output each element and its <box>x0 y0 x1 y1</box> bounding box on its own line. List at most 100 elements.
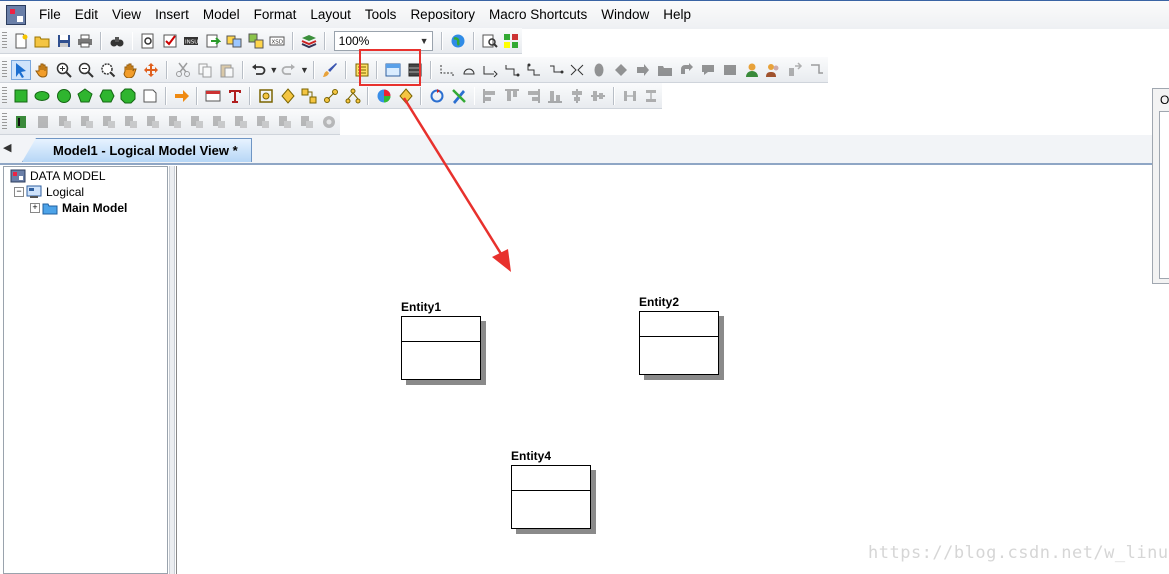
line-button[interactable] <box>172 86 192 106</box>
redo-button[interactable] <box>279 60 299 80</box>
repository-button[interactable] <box>165 112 185 132</box>
repository-button[interactable] <box>209 112 229 132</box>
paste-button[interactable] <box>217 60 237 80</box>
new-model-button[interactable] <box>11 31 31 51</box>
zoom-fit-button[interactable] <box>98 60 118 80</box>
menu-insert[interactable]: Insert <box>148 1 196 29</box>
hand-pan-button[interactable] <box>120 60 140 80</box>
menu-view[interactable]: View <box>105 1 148 29</box>
circle-button[interactable] <box>54 86 74 106</box>
zoom-in-button[interactable] <box>55 60 75 80</box>
tab-logical-model-view[interactable]: Model1 - Logical Model View * <box>22 138 252 162</box>
relationship-nonspecific-button[interactable] <box>568 60 588 80</box>
repository-button[interactable] <box>231 112 251 132</box>
connector-button[interactable] <box>807 60 827 80</box>
note-button[interactable] <box>140 86 160 106</box>
layout-orthogonal-button[interactable] <box>300 86 320 106</box>
collapse-icon[interactable]: − <box>14 187 24 197</box>
toolbar-grip[interactable] <box>2 112 7 131</box>
tree-item-logical[interactable]: − Logical <box>14 185 84 199</box>
layout-symmetric-button[interactable] <box>321 86 341 106</box>
model-explorer-tree[interactable]: DATA MODEL − Logical + Main Model <box>3 166 168 574</box>
text-block-button[interactable] <box>352 60 372 80</box>
relationship-one-to-many-button[interactable] <box>481 60 501 80</box>
view-tool-button[interactable] <box>405 60 425 80</box>
menu-edit[interactable]: Edit <box>68 1 105 29</box>
menu-model[interactable]: Model <box>196 1 247 29</box>
entity-tool-button[interactable] <box>383 60 403 80</box>
align-bottom-button[interactable] <box>545 86 565 106</box>
print-button[interactable] <box>75 31 95 51</box>
transform-button[interactable] <box>785 60 805 80</box>
menu-help[interactable]: Help <box>656 1 698 29</box>
model-explorer-button[interactable] <box>107 31 127 51</box>
tab-scroll-left-icon[interactable]: ◀ <box>3 141 11 154</box>
layers-button[interactable] <box>299 31 319 51</box>
relationship-optional-button[interactable] <box>524 60 544 80</box>
tree-item-data-model[interactable]: DATA MODEL <box>10 169 106 183</box>
panel-splitter[interactable] <box>169 166 175 574</box>
open-button[interactable] <box>32 31 52 51</box>
menu-tools[interactable]: Tools <box>358 1 404 29</box>
toolbar-grip[interactable] <box>2 31 7 50</box>
shape-tool-button[interactable] <box>655 60 675 80</box>
redo-dropdown-icon[interactable]: ▼ <box>300 65 309 75</box>
align-center-button[interactable] <box>567 86 587 106</box>
xsd-button[interactable]: XSD <box>268 31 288 51</box>
repository-options-button[interactable] <box>319 112 339 132</box>
cut-button[interactable] <box>173 60 193 80</box>
text-button[interactable] <box>225 86 245 106</box>
entity-body[interactable] <box>511 465 591 529</box>
hexagon-button[interactable] <box>97 86 117 106</box>
undo-dropdown-icon[interactable]: ▼ <box>269 65 278 75</box>
repository-button[interactable] <box>143 112 163 132</box>
align-middle-button[interactable] <box>588 86 608 106</box>
toolbar-grip[interactable] <box>2 60 7 79</box>
pan-button[interactable] <box>33 60 53 80</box>
app-icon[interactable] <box>6 5 26 25</box>
preview-button[interactable] <box>138 31 158 51</box>
relationship-nonidentifying-button[interactable] <box>459 60 479 80</box>
repository-button[interactable] <box>275 112 295 132</box>
overview-panel[interactable]: O <box>1152 88 1169 284</box>
menu-file[interactable]: File <box>32 1 68 29</box>
format-painter-button[interactable] <box>320 60 340 80</box>
generate-button[interactable] <box>203 31 223 51</box>
repository-button[interactable] <box>33 112 53 132</box>
menu-repository[interactable]: Repository <box>403 1 482 29</box>
zoom-out-button[interactable] <box>76 60 96 80</box>
align-top-button[interactable] <box>502 86 522 106</box>
relationship-identifying-button[interactable] <box>437 60 457 80</box>
repository-button[interactable] <box>187 112 207 132</box>
entity-body[interactable] <box>639 311 719 375</box>
shape-tool-button[interactable] <box>589 60 609 80</box>
menu-layout[interactable]: Layout <box>303 1 358 29</box>
fill-button[interactable] <box>396 86 416 106</box>
find-button[interactable] <box>480 31 500 51</box>
model-navigator-button[interactable] <box>501 31 521 51</box>
select-pointer-button[interactable] <box>10 59 31 80</box>
distribute-vertical-button[interactable] <box>641 86 661 106</box>
entity-body[interactable] <box>401 316 481 380</box>
align-right-button[interactable] <box>524 86 544 106</box>
validate-button[interactable] <box>160 31 180 51</box>
rectangle-button[interactable] <box>11 86 31 106</box>
relationship-many-button[interactable] <box>502 60 522 80</box>
expand-icon[interactable]: + <box>30 203 40 213</box>
pentagon-button[interactable] <box>76 86 96 106</box>
layout-tree-button[interactable] <box>343 86 363 106</box>
layout-circular-button[interactable] <box>256 86 276 106</box>
diagram-canvas[interactable]: Entity1 Entity2 Entity4 <box>176 166 1153 574</box>
repository-button[interactable] <box>55 112 75 132</box>
repository-button[interactable] <box>253 112 273 132</box>
zoom-select[interactable]: 100% ▼ <box>333 30 434 51</box>
relationship-recursive-button[interactable] <box>546 60 566 80</box>
sql-button[interactable]: INSU <box>182 31 202 51</box>
web-button[interactable] <box>448 31 468 51</box>
repository-button[interactable] <box>99 112 119 132</box>
menu-macro-shortcuts[interactable]: Macro Shortcuts <box>482 1 594 29</box>
tools-button[interactable] <box>449 86 469 106</box>
undo-button[interactable] <box>249 60 269 80</box>
menu-window[interactable]: Window <box>594 1 656 29</box>
shape-tool-button[interactable] <box>633 60 653 80</box>
